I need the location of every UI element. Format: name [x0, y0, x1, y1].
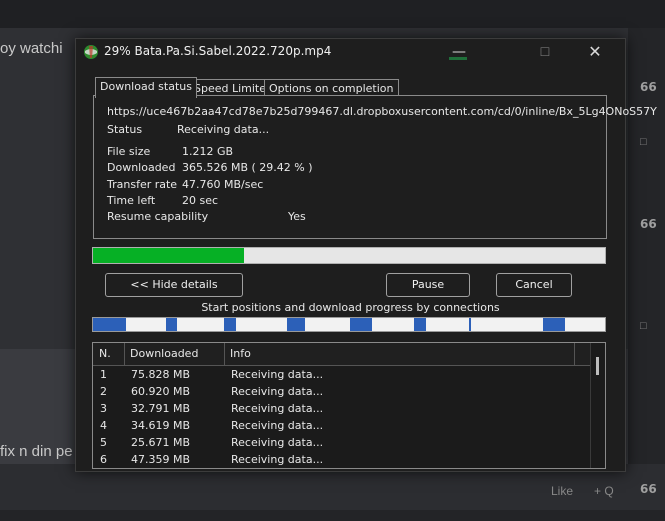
column-header-info[interactable]: Info — [224, 343, 575, 365]
download-url: https://uce467b2aa47cd78e7b25d799467.dl.… — [107, 105, 657, 118]
connection-downloaded: 32.791 MB — [131, 402, 191, 415]
title-bar[interactable]: 29% Bata.Pa.Si.Sabel.2022.720p.mp4 — ☐ ✕ — [76, 39, 625, 66]
table-scrollbar[interactable] — [590, 343, 605, 468]
resume-capability-value: Yes — [288, 210, 306, 223]
tab-download-status[interactable]: Download status — [95, 77, 197, 98]
connection-info: Receiving data... — [231, 402, 324, 415]
connection-number: 5 — [100, 436, 107, 449]
table-row[interactable]: 2 60.920 MB Receiving data... — [93, 383, 590, 400]
like-button[interactable]: Like — [551, 484, 573, 498]
forum-post-text: oy watchi — [0, 40, 63, 57]
resume-capability-label: Resume capability — [107, 210, 209, 223]
reaction-count-icon[interactable]: 66 — [640, 482, 657, 496]
connection-number: 1 — [100, 368, 107, 381]
connection-number: 4 — [100, 419, 107, 432]
connection-number: 3 — [100, 402, 107, 415]
downloaded-value: 365.526 MB ( 29.42 % ) — [182, 161, 313, 174]
bookmark-icon[interactable]: □ — [640, 320, 647, 332]
forum-post-text: fix n din pe — [0, 443, 73, 460]
connection-downloaded: 60.920 MB — [131, 385, 191, 398]
transfer-rate-value: 47.760 MB/sec — [182, 178, 264, 191]
connection-segment — [287, 318, 305, 331]
column-header-number[interactable]: N. — [93, 343, 125, 365]
download-progress-window: 29% Bata.Pa.Si.Sabel.2022.720p.mp4 — ☐ ✕… — [75, 38, 657, 472]
connection-downloaded: 47.359 MB — [131, 453, 191, 466]
file-size-label: File size — [107, 145, 151, 158]
connection-segment — [350, 318, 372, 331]
table-row[interactable]: 4 34.619 MB Receiving data... — [93, 417, 590, 434]
table-row[interactable]: 1 75.828 MB Receiving data... — [93, 366, 590, 383]
download-progress-fill — [93, 248, 244, 263]
hide-details-button[interactable]: << Hide details — [105, 273, 243, 297]
connections-caption: Start positions and download progress by… — [201, 301, 500, 314]
table-row[interactable]: 6 47.359 MB Receiving data... — [93, 451, 590, 468]
connections-progress-bar — [92, 317, 606, 332]
connection-number: 2 — [100, 385, 107, 398]
close-button[interactable]: ✕ — [572, 39, 618, 66]
quote-button[interactable]: + Q — [594, 484, 614, 498]
maximize-button[interactable]: ☐ — [522, 39, 568, 66]
status-value: Receiving data... — [177, 123, 270, 136]
reaction-count-icon[interactable]: 66 — [640, 80, 657, 94]
window-title: 29% Bata.Pa.Si.Sabel.2022.720p.mp4 — [104, 44, 332, 58]
connection-segment — [469, 318, 471, 331]
connection-number: 6 — [100, 453, 107, 466]
connection-info: Receiving data... — [231, 453, 324, 466]
column-header-downloaded[interactable]: Downloaded — [124, 343, 225, 365]
connection-info: Receiving data... — [231, 368, 324, 381]
download-progress-bar — [92, 247, 606, 264]
idm-globe-icon — [84, 45, 98, 59]
connection-info: Receiving data... — [231, 385, 324, 398]
bookmark-icon[interactable]: □ — [640, 136, 647, 148]
connections-table: N. Downloaded Info 1 75.828 MB Receiving d… — [92, 342, 606, 469]
connection-downloaded: 34.619 MB — [131, 419, 191, 432]
downloaded-label: Downloaded — [107, 161, 176, 174]
table-row[interactable]: 5 25.671 MB Receiving data... — [93, 434, 590, 451]
reaction-count-icon[interactable]: 66 — [640, 217, 657, 231]
table-row[interactable]: 3 32.791 MB Receiving data... — [93, 400, 590, 417]
connection-segment — [93, 318, 126, 331]
forum-page-footer — [0, 510, 665, 521]
connection-info: Receiving data... — [231, 419, 324, 432]
time-left-label: Time left — [107, 194, 156, 207]
connection-segment — [543, 318, 565, 331]
cancel-button[interactable]: Cancel — [496, 273, 572, 297]
connection-downloaded: 75.828 MB — [131, 368, 191, 381]
table-header: N. Downloaded Info — [93, 343, 590, 366]
minimize-button[interactable]: — — [436, 39, 482, 66]
status-label: Status — [107, 123, 143, 136]
connection-segment — [166, 318, 177, 331]
connection-info: Receiving data... — [231, 436, 324, 449]
forum-top-bar — [0, 0, 665, 28]
time-left-value: 20 sec — [182, 194, 219, 207]
connection-downloaded: 25.671 MB — [131, 436, 191, 449]
transfer-rate-label: Transfer rate — [107, 178, 178, 191]
scrollbar-thumb[interactable] — [596, 357, 599, 375]
pause-button[interactable]: Pause — [386, 273, 470, 297]
file-size-value: 1.212 GB — [182, 145, 234, 158]
connection-segment — [224, 318, 236, 331]
connection-segment — [414, 318, 426, 331]
